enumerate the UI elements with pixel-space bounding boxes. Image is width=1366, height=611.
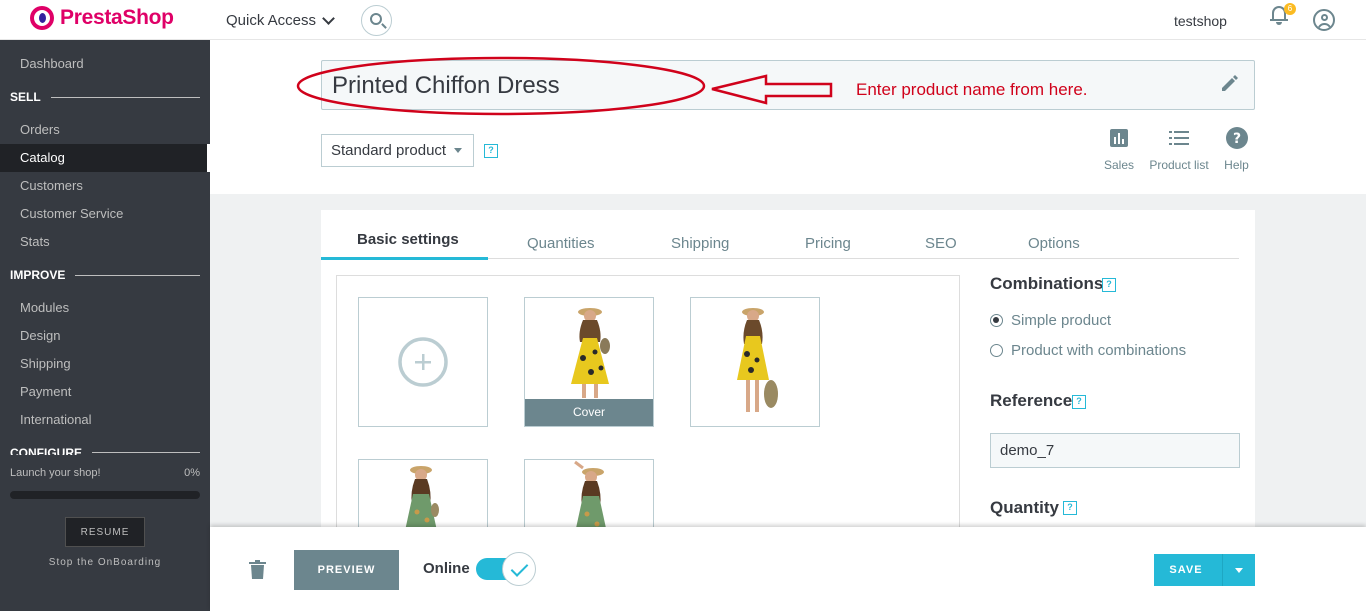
tab-quantities[interactable]: Quantities (527, 235, 595, 252)
tab-pricing[interactable]: Pricing (805, 235, 851, 252)
sidebar-item-design[interactable]: Design (0, 322, 210, 350)
product-list-button[interactable]: Product list (1146, 124, 1212, 172)
tab-shipping[interactable]: Shipping (671, 235, 729, 252)
sidebar-item-catalog[interactable]: Catalog (0, 144, 210, 172)
help-icon[interactable]: ? (1072, 395, 1086, 409)
save-button[interactable]: SAVE (1154, 554, 1255, 586)
bar-chart-icon (1101, 124, 1137, 152)
save-options-dropdown[interactable] (1222, 554, 1255, 586)
caret-down-icon (454, 148, 462, 153)
svg-text:?: ? (1232, 131, 1240, 147)
radio-selected-icon (990, 314, 1003, 327)
help-button[interactable]: ? Help (1220, 124, 1253, 172)
check-icon (502, 552, 536, 586)
top-header: PrestaShop Quick Access testshop 6 (0, 0, 1366, 40)
search-icon (370, 13, 382, 25)
cover-label: Cover (525, 399, 653, 426)
help-icon[interactable]: ? (484, 144, 498, 158)
sidebar-section-configure: CONFIGURE (10, 446, 200, 455)
sidebar-item-international[interactable]: International (0, 406, 210, 434)
tab-options[interactable]: Options (1028, 235, 1080, 252)
search-button[interactable] (361, 5, 392, 36)
sidebar-item-dashboard[interactable]: Dashboard (0, 50, 210, 78)
product-image-cover[interactable]: Cover (524, 297, 654, 427)
combinations-label: Product with combinations (1011, 342, 1187, 359)
footer-action-bar: PREVIEW Online SAVE (210, 527, 1366, 611)
product-images-panel: Cover (336, 275, 960, 589)
product-list-label: Product list (1149, 158, 1209, 172)
resume-button[interactable]: RESUME (65, 517, 145, 547)
online-toggle[interactable] (476, 552, 538, 586)
launch-label: Launch your shop! (10, 467, 101, 479)
sidebar-item-orders[interactable]: Orders (0, 116, 210, 144)
tab-seo[interactable]: SEO (925, 235, 957, 252)
combinations-title: Combinations (990, 274, 1104, 293)
plus-circle-icon (398, 337, 448, 387)
prestashop-logo[interactable]: PrestaShop (30, 6, 174, 30)
trash-icon[interactable] (249, 560, 266, 579)
quick-access-label: Quick Access (226, 12, 317, 29)
sales-button[interactable]: Sales (1101, 124, 1137, 172)
notification-badge: 6 (1284, 3, 1296, 15)
sidebar-item-customer-service[interactable]: Customer Service (0, 200, 210, 228)
help-icon[interactable]: ? (1063, 501, 1077, 515)
add-image-button[interactable] (358, 297, 488, 427)
sidebar-section-sell: SELL (10, 90, 200, 104)
tab-basic-settings[interactable]: Basic settings (357, 231, 459, 248)
sales-label: Sales (1103, 158, 1135, 172)
sidebar-item-customers[interactable]: Customers (0, 172, 210, 200)
sidebar-item-shipping[interactable]: Shipping (0, 350, 210, 378)
annotation-text: Enter product name from here. (856, 80, 1088, 99)
question-circle-icon: ? (1220, 124, 1253, 152)
brand-name: PrestaShop (60, 6, 174, 29)
reference-input[interactable]: demo_7 (990, 433, 1240, 468)
online-label: Online (423, 560, 470, 577)
preview-button[interactable]: PREVIEW (294, 550, 399, 590)
shop-name-link[interactable]: testshop (1174, 13, 1227, 29)
stop-onboarding-link[interactable]: Stop the OnBoarding (0, 557, 210, 568)
save-label: SAVE (1169, 564, 1203, 576)
annotation-highlight (296, 56, 833, 116)
sidebar-item-stats[interactable]: Stats (0, 228, 210, 256)
sidebar-item-payment[interactable]: Payment (0, 378, 210, 406)
prestashop-logo-icon (30, 6, 54, 30)
list-icon (1146, 124, 1212, 152)
sidebar-item-modules[interactable]: Modules (0, 294, 210, 322)
help-label: Help (1224, 158, 1249, 172)
quick-access-dropdown[interactable]: Quick Access (226, 11, 335, 29)
pencil-icon (1222, 75, 1238, 91)
simple-product-label: Simple product (1011, 312, 1112, 329)
launch-percent: 0% (184, 467, 200, 479)
product-photo-yellow-dress-bag (737, 308, 778, 412)
product-image-2[interactable] (690, 297, 820, 427)
reference-title: Reference (990, 391, 1073, 410)
help-icon[interactable]: ? (1102, 278, 1116, 292)
product-type-select[interactable]: Standard product (321, 134, 474, 167)
simple-product-radio[interactable]: Simple product (990, 312, 1111, 329)
section-title: CONFIGURE (10, 446, 82, 455)
radio-empty-icon (990, 344, 1003, 357)
quantity-title: Quantity (990, 498, 1059, 517)
section-title: SELL (10, 90, 41, 104)
product-type-value: Standard product (331, 142, 447, 159)
launch-shop-status: Launch your shop! 0% (10, 467, 200, 479)
active-tab-indicator (321, 257, 488, 260)
sidebar-section-improve: IMPROVE (10, 268, 200, 282)
combinations-radio[interactable]: Product with combinations (990, 342, 1186, 359)
chevron-down-icon (322, 11, 335, 25)
section-title: IMPROVE (10, 268, 66, 282)
account-icon[interactable] (1313, 9, 1335, 31)
sidebar: Dashboard SELL Orders Catalog Customers … (0, 40, 210, 611)
onboarding-progress-bar (10, 491, 200, 499)
